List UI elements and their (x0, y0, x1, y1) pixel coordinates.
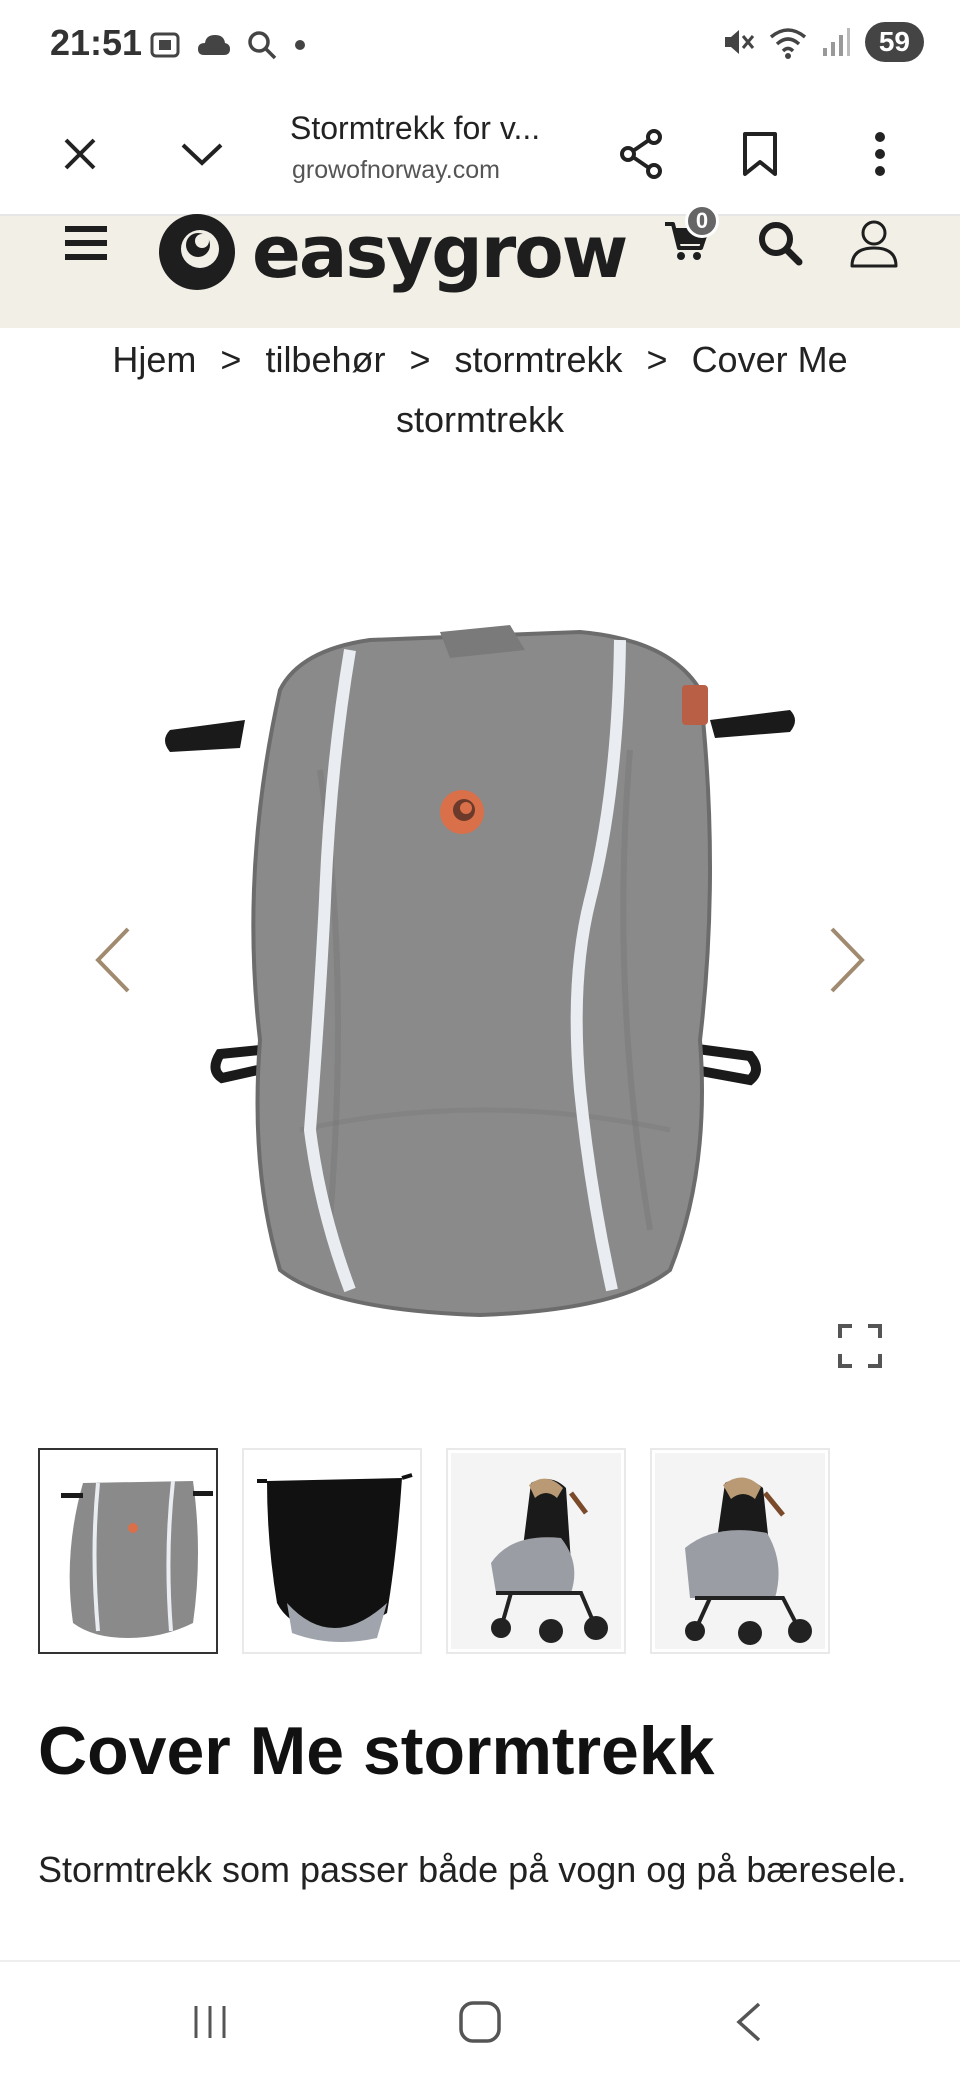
browser-toolbar: Stormtrekk for v... growofnorway.com (0, 90, 960, 216)
signal-icon (822, 28, 850, 56)
chevron-down-icon (181, 143, 223, 166)
thumbnail-3[interactable] (446, 1448, 626, 1654)
brand-logo[interactable]: easygrow (154, 210, 628, 294)
next-image-button[interactable] (818, 920, 878, 1000)
thumbnail-2[interactable] (242, 1448, 422, 1654)
breadcrumb-separator: > (220, 339, 242, 380)
product-gallery (0, 470, 960, 1390)
wifi-icon (769, 28, 806, 59)
status-icons-right: 59 (721, 22, 924, 62)
mute-icon (724, 30, 754, 54)
product-image[interactable] (150, 570, 810, 1370)
product-description: Stormtrekk som passer både på vogn og på… (38, 1849, 907, 1890)
status-icons-left (148, 28, 308, 62)
cart-button[interactable]: 0 (646, 203, 726, 270)
breadcrumb-item-home[interactable]: Hjem (112, 339, 196, 380)
share-button[interactable] (612, 124, 672, 184)
site-header: easygrow 0 (0, 203, 960, 328)
site-search-button[interactable] (740, 216, 820, 270)
share-icon (620, 129, 662, 179)
recent-apps-button[interactable] (170, 1992, 250, 2052)
search-icon (759, 222, 803, 266)
account-button[interactable] (834, 216, 914, 270)
page-url[interactable]: growofnorway.com (292, 156, 500, 185)
logo-mark-icon (159, 214, 235, 290)
breadcrumb-separator: > (646, 339, 668, 380)
status-time: 21:51 (50, 22, 143, 63)
product-title: Cover Me stormtrekk (38, 1713, 715, 1789)
system-nav-bar (0, 1960, 960, 2080)
chevron-left-icon (95, 927, 130, 993)
thumbnail-4[interactable] (650, 1448, 830, 1654)
breadcrumb-item-category[interactable]: stormtrekk (455, 339, 623, 380)
bookmark-button[interactable] (730, 124, 790, 184)
screenshot-icon (150, 32, 180, 58)
search-icon (248, 31, 277, 60)
cart-count-badge: 0 (685, 203, 719, 238)
home-button[interactable] (440, 1992, 520, 2052)
fullscreen-icon[interactable] (836, 1322, 884, 1370)
previous-image-button[interactable] (82, 920, 142, 1000)
kebab-menu-icon (875, 132, 885, 176)
back-button[interactable] (708, 1992, 788, 2052)
collapse-button[interactable] (172, 124, 232, 184)
close-icon (64, 138, 96, 170)
page-title: Stormtrekk for v... (290, 110, 541, 146)
close-tab-button[interactable] (50, 124, 110, 184)
more-options-button[interactable] (850, 124, 910, 184)
cloud-icon (198, 35, 230, 55)
user-icon (850, 220, 898, 268)
thumbnail-1[interactable] (38, 1448, 218, 1654)
dot-icon (295, 40, 305, 50)
home-icon (459, 2001, 501, 2043)
bookmark-icon (743, 132, 777, 176)
breadcrumb: Hjem > tilbehør > stormtrekk > Cover Me stormt… (40, 330, 920, 450)
battery-badge: 59 (864, 22, 924, 62)
thumbnail-strip (38, 1448, 830, 1654)
breadcrumb-separator: > (409, 339, 431, 380)
chevron-right-icon (830, 927, 865, 993)
status-bar: 21:51 59 (0, 0, 960, 90)
back-icon (736, 2002, 761, 2042)
hamburger-icon (65, 226, 107, 260)
brand-name: easygrow (252, 210, 628, 294)
menu-button[interactable] (46, 216, 126, 270)
breadcrumb-item-accessories[interactable]: tilbehør (265, 339, 385, 380)
recent-apps-icon (194, 2006, 226, 2038)
